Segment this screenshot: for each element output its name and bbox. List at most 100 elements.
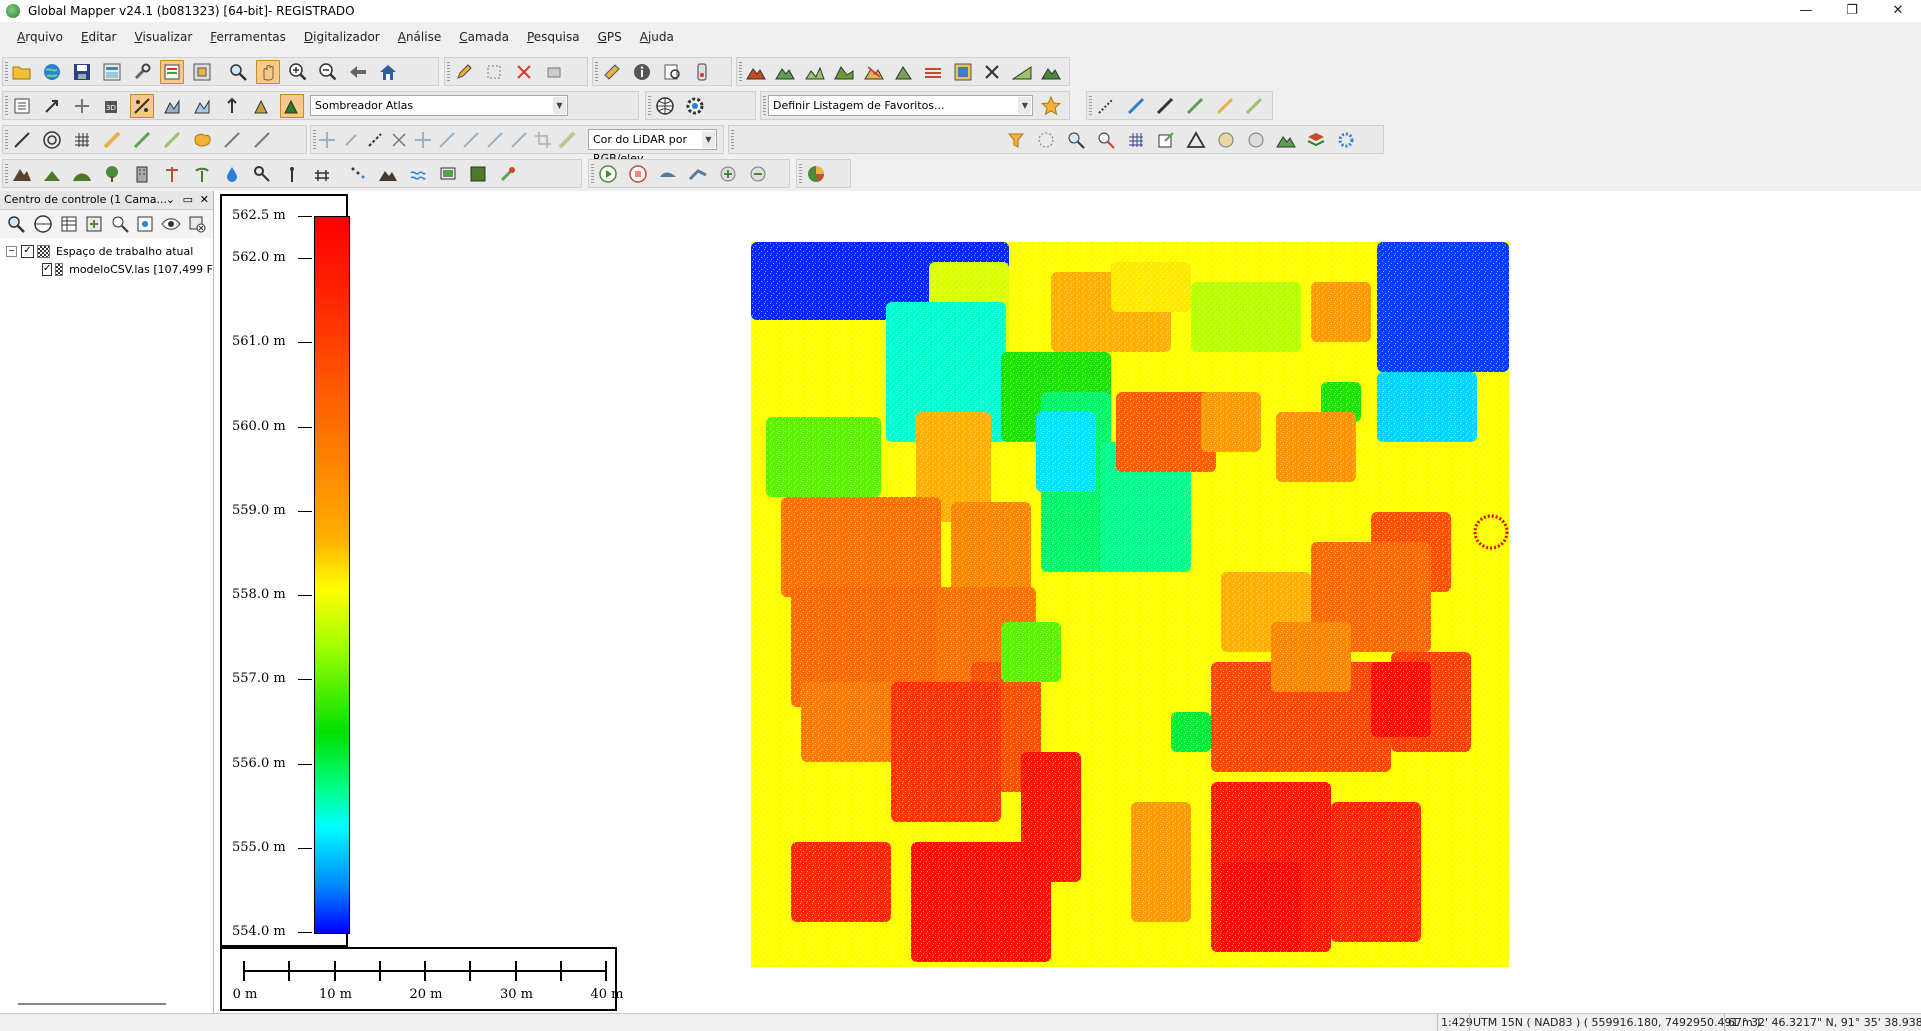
terrain-lighting-icon[interactable] <box>250 94 274 118</box>
add-keyframe-icon[interactable] <box>716 162 740 186</box>
draw-line-icon[interactable] <box>130 128 154 152</box>
menu-ajuda[interactable]: Ajuda <box>631 30 683 44</box>
area-feature-icon[interactable] <box>190 128 214 152</box>
mountain-peaks-icon[interactable] <box>376 162 400 186</box>
range-ring-icon[interactable] <box>40 128 64 152</box>
create-line-icon[interactable] <box>10 128 34 152</box>
remove-keyframe-icon[interactable] <box>746 162 770 186</box>
lidar-edit-icon[interactable] <box>1154 128 1178 152</box>
select-area-icon[interactable] <box>482 60 506 84</box>
lidar-point-cloud[interactable] <box>751 242 1509 967</box>
overview-map-icon[interactable] <box>190 60 214 84</box>
menu-camada[interactable]: Camada <box>450 30 518 44</box>
lidar-path-icon[interactable] <box>1094 94 1118 118</box>
hillshade-icon[interactable] <box>160 94 184 118</box>
vegetation-icon[interactable] <box>40 162 64 186</box>
pie-chart-icon[interactable] <box>804 162 828 186</box>
lidar-draw-icon[interactable] <box>1242 94 1266 118</box>
lidar-profile-icon[interactable] <box>1124 94 1148 118</box>
home-icon[interactable] <box>376 60 400 84</box>
rotate-icon[interactable] <box>342 128 360 152</box>
lidar-density-icon[interactable] <box>1034 128 1058 152</box>
close-layer-icon[interactable] <box>188 212 206 236</box>
fence-icon[interactable] <box>310 162 334 186</box>
path-record-icon[interactable] <box>686 162 710 186</box>
layer-checkbox[interactable]: ✓ <box>42 262 53 276</box>
view-3d-move-icon[interactable] <box>70 94 94 118</box>
edit-line-icon[interactable] <box>220 128 244 152</box>
color-picker-icon[interactable] <box>496 162 520 186</box>
map-canvas[interactable]: 562.5 m 562.0 m 561.0 m 560.0 m 559.0 m 558.0… <box>214 191 1921 1013</box>
control-center-icon[interactable] <box>160 59 184 84</box>
elevation-shading-icon[interactable] <box>280 93 304 118</box>
lidar-layers-icon[interactable] <box>1304 128 1328 152</box>
palm-tree-icon[interactable] <box>190 162 214 186</box>
water-icon[interactable] <box>220 162 244 186</box>
snap-icon[interactable] <box>366 128 384 152</box>
menu-editar[interactable]: Editar <box>72 30 126 44</box>
pan-hand-icon[interactable] <box>256 59 280 84</box>
measure-ruler-icon[interactable] <box>600 60 624 84</box>
online-globe-icon[interactable] <box>653 94 677 118</box>
vertex-add-icon[interactable] <box>390 128 408 152</box>
layer-metadata-icon[interactable] <box>136 212 154 236</box>
shader-select[interactable]: Sombreador Atlas ▼ <box>310 95 568 116</box>
delete-feature-icon[interactable] <box>512 60 536 84</box>
shader-toggle-icon[interactable] <box>130 93 154 118</box>
tree-icon[interactable] <box>100 162 124 186</box>
join-line-icon[interactable] <box>462 128 480 152</box>
zoom-out-icon[interactable] <box>316 60 340 84</box>
view-shed-icon[interactable] <box>833 60 857 84</box>
layer-visibility-icon[interactable] <box>161 212 181 236</box>
pole-icon[interactable] <box>280 162 304 186</box>
lidar-color-select[interactable]: Cor do LiDAR por RGB/elev. ▼ <box>588 129 717 165</box>
maximize-button[interactable]: ❐ <box>1829 0 1875 22</box>
lidar-cross-section-icon[interactable] <box>1153 94 1177 118</box>
panel-menu-icon[interactable]: ⌄ <box>166 191 175 209</box>
ruler-tool-icon[interactable] <box>558 128 576 152</box>
tree-row-layer[interactable]: ✓ modeloCSV.las [107,499 F <box>6 260 213 278</box>
play-icon[interactable] <box>596 162 620 186</box>
layer-search-icon[interactable] <box>110 212 129 236</box>
light-direction-icon[interactable] <box>40 94 64 118</box>
flow-icon[interactable] <box>406 162 430 186</box>
layout-icon[interactable] <box>100 60 124 84</box>
save-icon[interactable] <box>70 60 94 84</box>
collapse-icon[interactable]: − <box>6 245 17 257</box>
lidar-filter-icon[interactable] <box>1004 128 1028 152</box>
projection-globe-icon[interactable] <box>33 212 53 236</box>
lidar-grid-icon[interactable] <box>1124 128 1148 152</box>
smooth-line-icon[interactable] <box>486 128 504 152</box>
point-dots-icon[interactable] <box>346 162 370 186</box>
night-mode-icon[interactable] <box>713 94 737 118</box>
menu-visualizar[interactable]: Visualizar <box>126 30 202 44</box>
lidar-search-icon[interactable] <box>1064 128 1088 152</box>
edit-polygon-icon[interactable] <box>250 128 274 152</box>
cut-fill-icon[interactable] <box>892 60 916 84</box>
panel-horizontal-scrollbar[interactable] <box>18 1003 166 1005</box>
minimize-button[interactable]: — <box>1783 0 1829 22</box>
transform-icon[interactable] <box>414 128 432 152</box>
fly-through-icon[interactable] <box>656 162 680 186</box>
lidar-select-icon[interactable] <box>1213 94 1237 118</box>
attribute-table-icon[interactable] <box>60 212 78 236</box>
lidar-classify-icon[interactable] <box>1183 94 1207 118</box>
zoom-to-layer-icon[interactable] <box>6 212 26 236</box>
workspace-checkbox[interactable]: ✓ <box>21 244 34 258</box>
tree-row-workspace[interactable]: − ✓ Espaço de trabalho atual <box>6 242 213 260</box>
layer-options-icon[interactable] <box>85 212 103 236</box>
open-folder-icon[interactable] <box>10 60 34 84</box>
power-line-icon[interactable] <box>160 162 184 186</box>
menu-gps[interactable]: GPS <box>589 30 631 44</box>
lidar-thin-icon[interactable] <box>1244 128 1268 152</box>
zoom-box-icon[interactable] <box>226 60 250 84</box>
lidar-query-icon[interactable] <box>1094 128 1118 152</box>
component-icon[interactable] <box>466 162 490 186</box>
info-icon[interactable] <box>630 60 654 84</box>
hill-icon[interactable] <box>70 162 94 186</box>
mountain-icon[interactable] <box>10 162 34 186</box>
draw-polygon-icon[interactable] <box>160 128 184 152</box>
split-line-icon[interactable] <box>438 128 456 152</box>
panel-close-button[interactable]: ✕ <box>200 191 209 209</box>
crop-icon[interactable] <box>534 128 552 152</box>
